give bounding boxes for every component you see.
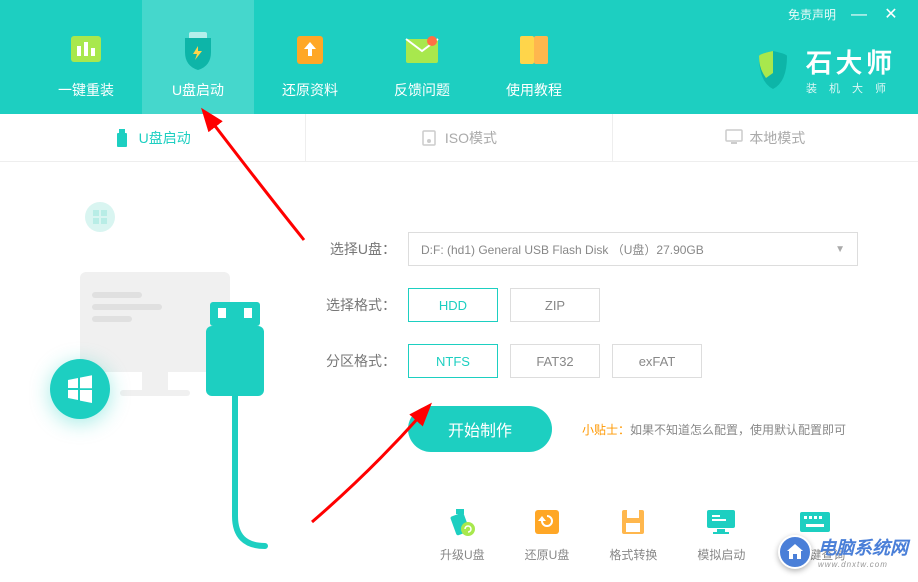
dropdown-value: D:F: (hd1) General USB Flash Disk （U盘）27…: [421, 241, 704, 258]
tool-label: 格式转换: [609, 546, 657, 563]
nav-label: 反馈问题: [394, 80, 450, 100]
tool-label: 模拟启动: [697, 546, 745, 563]
chevron-down-icon: ▼: [835, 244, 845, 255]
usb-cable-illustration: [200, 302, 290, 582]
titlebar: 免责声明 — ✕: [788, 6, 900, 23]
tool-format-convert[interactable]: 格式转换: [609, 506, 657, 563]
sub-tabs: U盘启动 ISO模式 本地模式: [0, 114, 918, 162]
main-nav: 一键重装 U盘启动 还原资料 反馈问题 使用教程: [0, 0, 590, 114]
save-icon: [615, 506, 651, 538]
close-button[interactable]: ✕: [882, 7, 900, 23]
envelope-icon: [398, 30, 446, 70]
start-create-button[interactable]: 开始制作: [408, 406, 552, 452]
select-format-label: 选择格式：: [320, 295, 396, 315]
subtab-label: ISO模式: [445, 128, 497, 148]
house-icon: [778, 535, 812, 569]
subtab-iso[interactable]: ISO模式: [306, 114, 612, 161]
header: 免责声明 — ✕ 一键重装 U盘启动 还原资料 反馈问题: [0, 0, 918, 114]
nav-label: U盘启动: [172, 80, 224, 100]
upload-icon: [286, 30, 334, 70]
brand-name: 石大师: [806, 43, 898, 80]
subtab-label: U盘启动: [139, 128, 191, 148]
minimize-button[interactable]: —: [850, 7, 868, 23]
nav-usb-boot[interactable]: U盘启动: [142, 0, 254, 114]
brand-subtitle: 装机大师: [806, 80, 898, 96]
usb-refresh-icon: [444, 506, 480, 538]
subtab-label: 本地模式: [749, 128, 805, 148]
row-select-usb: 选择U盘： D:F: (hd1) General USB Flash Disk …: [320, 232, 858, 266]
select-usb-label: 选择U盘：: [320, 239, 396, 259]
partition-option-fat32[interactable]: FAT32: [510, 344, 600, 378]
action-row: 开始制作 小贴士：如果不知道怎么配置，使用默认配置即可: [408, 406, 858, 452]
usb-dropdown[interactable]: D:F: (hd1) General USB Flash Disk （U盘）27…: [408, 232, 858, 266]
subtab-local[interactable]: 本地模式: [613, 114, 918, 161]
nav-tutorial[interactable]: 使用教程: [478, 30, 590, 114]
tool-label: 升级U盘: [440, 546, 485, 563]
bar-chart-icon: [62, 30, 110, 70]
format-option-zip[interactable]: ZIP: [510, 288, 600, 322]
subtab-usb[interactable]: U盘启动: [0, 114, 306, 161]
watermark-url: www.dnxtw.com: [818, 560, 908, 569]
tool-upgrade-usb[interactable]: 升级U盘: [440, 506, 485, 563]
tip-label: 小贴士：: [582, 423, 630, 437]
tool-simulate-boot[interactable]: 模拟启动: [697, 506, 745, 563]
iso-icon: [421, 129, 437, 147]
watermark: 电脑系统网 www.dnxtw.com: [778, 534, 908, 569]
nav-label: 使用教程: [506, 80, 562, 100]
monitor-icon: [725, 129, 741, 147]
windows-logo-icon: [50, 359, 110, 419]
shield-icon: [174, 30, 222, 70]
windows-dim-icon: [85, 202, 115, 232]
book-icon: [510, 30, 558, 70]
nav-label: 一键重装: [58, 80, 114, 100]
nav-feedback[interactable]: 反馈问题: [366, 30, 478, 114]
partition-option-ntfs[interactable]: NTFS: [408, 344, 498, 378]
nav-label: 还原资料: [282, 80, 338, 100]
illustration-pane: [0, 162, 310, 579]
format-option-hdd[interactable]: HDD: [408, 288, 498, 322]
tip-text: 小贴士：如果不知道怎么配置，使用默认配置即可: [582, 421, 846, 438]
disclaimer-link[interactable]: 免责声明: [788, 6, 836, 23]
brand-logo-icon: [750, 47, 796, 93]
nav-restore[interactable]: 还原资料: [254, 30, 366, 114]
nav-reinstall[interactable]: 一键重装: [30, 30, 142, 114]
tool-label: 还原U盘: [525, 546, 570, 563]
restore-icon: [529, 506, 565, 538]
brand: 石大师 装机大师: [750, 43, 898, 96]
row-partition-format: 分区格式： NTFS FAT32 exFAT: [320, 344, 858, 378]
monitor-sim-icon: [703, 506, 739, 538]
partition-label: 分区格式：: [320, 351, 396, 371]
usb-icon: [115, 129, 131, 147]
tool-restore-usb[interactable]: 还原U盘: [525, 506, 570, 563]
watermark-title: 电脑系统网: [818, 534, 908, 560]
partition-option-exfat[interactable]: exFAT: [612, 344, 702, 378]
row-select-format: 选择格式： HDD ZIP: [320, 288, 858, 322]
